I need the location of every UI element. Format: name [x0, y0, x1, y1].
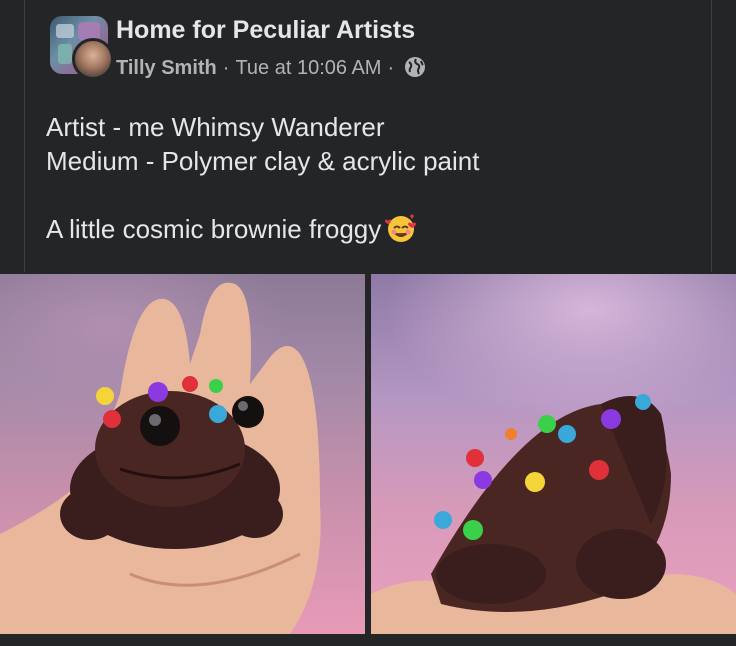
- post-caption: A little cosmic brownie froggy: [46, 212, 686, 252]
- user-avatar[interactable]: [72, 38, 114, 80]
- post-header: Home for Peculiar Artists Tilly Smith · Tu…: [50, 14, 710, 84]
- meta-separator: ·: [222, 57, 230, 79]
- post-body: Artist - me Whimsy Wanderer Medium - Pol…: [46, 110, 686, 252]
- post-photo-1[interactable]: [0, 274, 365, 634]
- post-left-border: [24, 0, 25, 272]
- group-name-link[interactable]: Home for Peculiar Artists: [116, 16, 415, 45]
- timestamp-link[interactable]: Tue at 10:06 AM: [235, 57, 381, 79]
- globe-icon[interactable]: [404, 56, 426, 84]
- post-meta: Tilly Smith · Tue at 10:06 AM ·: [116, 56, 426, 84]
- meta-separator: ·: [387, 57, 395, 79]
- post-text-line: Medium - Polymer clay & acrylic paint: [46, 146, 480, 176]
- post-right-border: [711, 0, 712, 272]
- author-link[interactable]: Tilly Smith: [116, 57, 217, 79]
- post-photo-2[interactable]: [371, 274, 736, 634]
- post-caption-text: A little cosmic brownie froggy: [46, 214, 382, 244]
- smiling-face-with-hearts-icon: [385, 212, 417, 252]
- post-footer-bar: [0, 634, 736, 646]
- post-text-line: Artist - me Whimsy Wanderer: [46, 112, 385, 142]
